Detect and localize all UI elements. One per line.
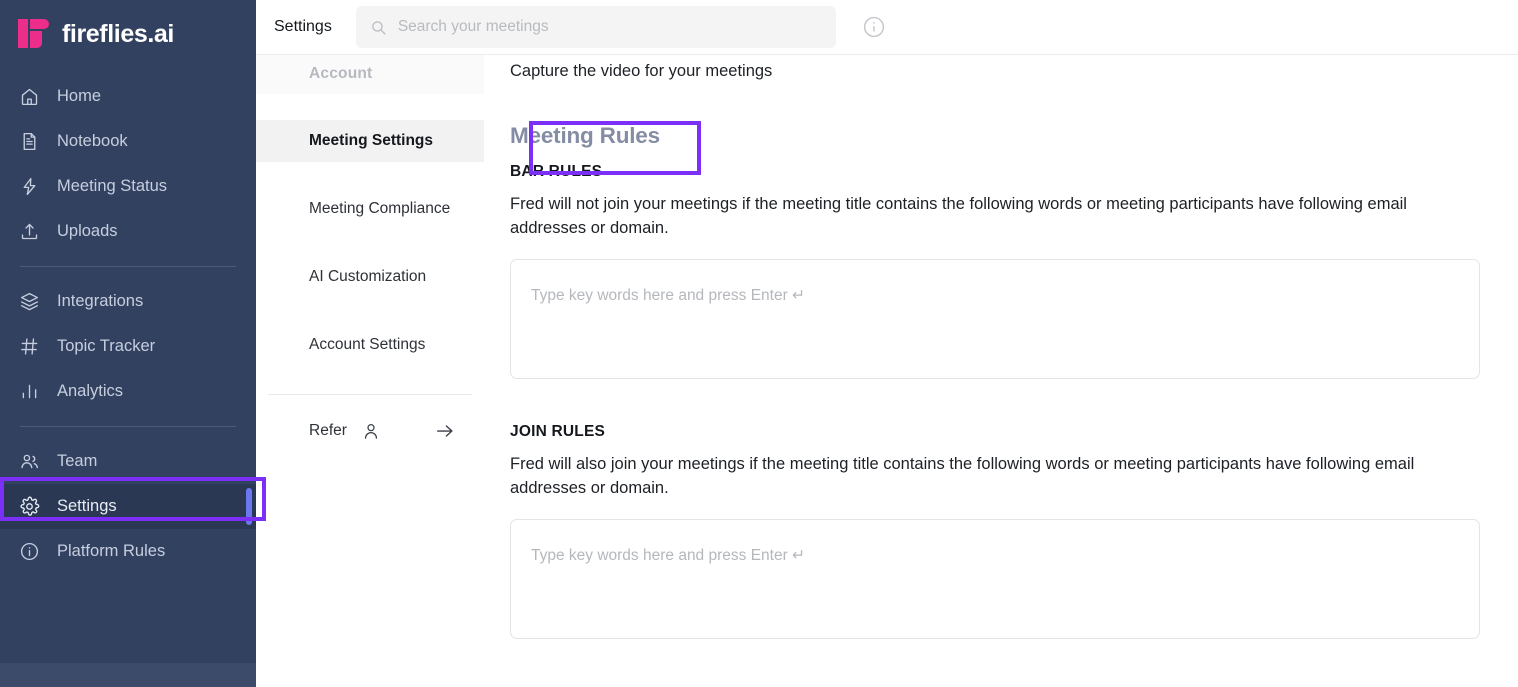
bar-chart-icon [18,381,40,403]
primary-sidebar: fireflies.ai Home Notebook Meeting Statu… [0,0,256,687]
refer-button[interactable]: Refer [256,403,484,459]
join-rules-description: Fred will also join your meetings if the… [510,454,1415,497]
subnav-item-meeting-compliance[interactable]: Meeting Compliance [256,188,484,230]
sidebar-group-account: Team Settings Platform Rules [0,439,256,574]
meeting-rules-heading: Meeting Rules [510,123,660,148]
lightning-bolt-icon [18,176,40,198]
sidebar-item-notebook[interactable]: Notebook [0,119,256,164]
sidebar-bottom-band [0,663,256,687]
sidebar-item-settings[interactable]: Settings [0,484,256,529]
notebook-icon [18,131,40,153]
sidebar-item-label: Team [57,452,98,470]
sidebar-item-label: Topic Tracker [57,337,156,355]
search-icon [370,19,387,36]
subnav-item-label: Meeting Compliance [309,200,451,217]
info-circle-icon[interactable] [862,15,886,39]
settings-content: Capture the video for your meetings Meet… [484,55,1518,687]
sidebar-item-topic-tracker[interactable]: Topic Tracker [0,324,256,369]
settings-subnav: Account Meeting Settings Meeting Complia… [256,0,484,687]
top-bar: Settings [256,0,1518,54]
join-rules-label: JOIN RULES [510,422,606,440]
brand-name: fireflies.ai [62,19,174,48]
sidebar-item-home[interactable]: Home [0,74,256,119]
top-bar-divider [256,54,1518,55]
main-region: Settings Account Meeting Settings Meetin… [256,0,1518,687]
subnav-item-label: Account Settings [309,336,426,353]
sidebar-item-team[interactable]: Team [0,439,256,484]
subnav-item-label: AI Customization [309,268,427,285]
arrow-right-icon [434,420,456,442]
person-icon [361,421,381,441]
hash-icon [18,336,40,358]
sidebar-item-integrations[interactable]: Integrations [0,279,256,324]
sidebar-item-meeting-status[interactable]: Meeting Status [0,164,256,209]
subnav-section-header: Account [256,54,484,94]
sidebar-item-uploads[interactable]: Uploads [0,209,256,254]
gear-icon [18,496,40,518]
home-icon [18,86,40,108]
sidebar-divider [20,426,236,427]
subnav-item-account-settings[interactable]: Account Settings [256,324,484,366]
search-input[interactable] [397,18,822,36]
sidebar-item-label: Analytics [57,382,124,400]
search-box[interactable] [355,6,836,48]
brand-logo[interactable]: fireflies.ai [0,0,256,68]
subnav-item-meeting-settings[interactable]: Meeting Settings [256,120,484,162]
sidebar-item-label: Uploads [57,222,118,240]
sidebar-group-tools: Integrations Topic Tracker Analytics [0,279,256,414]
subnav-item-ai-customization[interactable]: AI Customization [256,256,484,298]
app-root: fireflies.ai Home Notebook Meeting Statu… [0,0,1518,687]
sidebar-item-label: Notebook [57,132,128,150]
upload-icon [18,221,40,243]
fireflies-logo-icon [18,17,52,51]
sidebar-divider [20,266,236,267]
join-rules-keywords-input[interactable] [510,518,1480,639]
refer-label: Refer [309,422,347,439]
sidebar-item-label: Settings [57,497,117,515]
page-title: Settings [274,18,332,35]
active-indicator-bar [246,488,252,525]
subnav-item-label: Meeting Settings [309,132,434,149]
sidebar-item-analytics[interactable]: Analytics [0,369,256,414]
subnav-divider [268,394,472,395]
sidebar-item-platform-rules[interactable]: Platform Rules [0,529,256,574]
info-circle-icon [18,541,40,563]
capture-video-line: Capture the video for your meetings [510,62,773,80]
bar-rules-description: Fred will not join your meetings if the … [510,195,1407,237]
bar-rules-label: BAR RULES [510,163,603,180]
bar-rules-keywords-input[interactable] [510,258,1480,379]
sidebar-item-label: Platform Rules [57,542,166,560]
sidebar-item-label: Integrations [57,292,144,310]
layers-icon [18,291,40,313]
sidebar-item-label: Meeting Status [57,177,168,195]
sidebar-item-label: Home [57,87,102,105]
people-icon [18,451,40,473]
sidebar-group-main: Home Notebook Meeting Status Uploads [0,68,256,254]
